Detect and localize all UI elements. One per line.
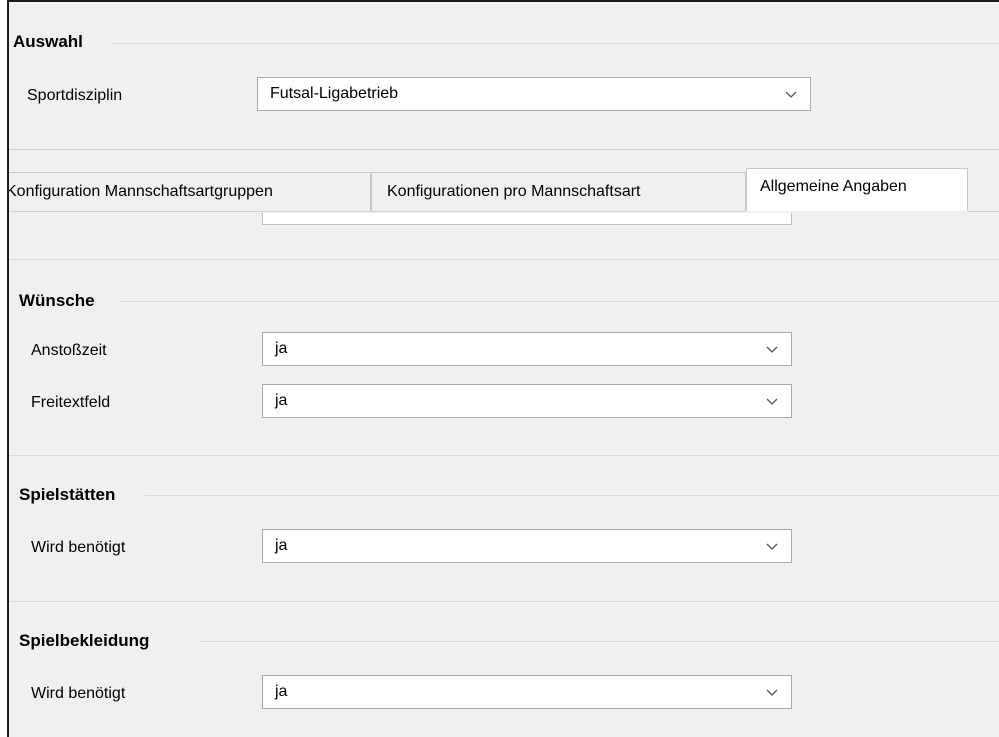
- window-frame: Auswahl Sportdisziplin Futsal-Ligabetrie…: [7, 0, 999, 737]
- tab-label: Konfigurationen pro Mannschaftsart: [387, 183, 641, 200]
- spielstaetten-benoetigt-select[interactable]: ja: [262, 529, 792, 563]
- section-divider: [9, 455, 999, 456]
- clipped-field: [262, 213, 792, 225]
- sport-discipline-select[interactable]: Futsal-Ligabetrieb: [257, 77, 811, 111]
- tab-pro-mannschaftsart[interactable]: Konfigurationen pro Mannschaftsart: [371, 172, 746, 211]
- selection-section-title: Auswahl: [13, 32, 83, 51]
- chevron-down-icon: [785, 91, 797, 98]
- spielstaetten-benoetigt-label: Wird benötigt: [31, 539, 126, 556]
- chevron-down-icon: [766, 346, 778, 353]
- section-divider: [9, 601, 999, 602]
- sport-discipline-value: Futsal-Ligabetrieb: [270, 85, 399, 102]
- sport-discipline-label: Sportdisziplin: [27, 87, 123, 104]
- spielbekleidung-benoetigt-select[interactable]: ja: [262, 675, 792, 709]
- tabstrip-baseline-left: [9, 211, 746, 212]
- anstosszeit-value: ja: [275, 340, 288, 357]
- anstosszeit-select[interactable]: ja: [262, 332, 792, 366]
- wuensche-section-title: Wünsche: [19, 291, 95, 310]
- tab-label: Allgemeine Angaben: [760, 178, 907, 195]
- tabs-top-rule: [9, 149, 999, 150]
- spielbekleidung-group-line: [199, 641, 999, 642]
- wuensche-group-line: [119, 301, 999, 302]
- spielbekleidung-benoetigt-value: ja: [275, 683, 288, 700]
- anstosszeit-label: Anstoßzeit: [31, 342, 107, 359]
- spielbekleidung-benoetigt-label: Wird benötigt: [31, 685, 126, 702]
- section-divider: [9, 259, 999, 260]
- freitextfeld-select[interactable]: ja: [262, 384, 792, 418]
- spielstaetten-section-title: Spielstätten: [19, 485, 116, 504]
- tab-allgemeine-angaben[interactable]: Allgemeine Angaben: [746, 168, 968, 211]
- tab-mannschaftsartgruppen[interactable]: Konfiguration Mannschaftsartgruppen: [7, 172, 371, 211]
- chevron-down-icon: [766, 689, 778, 696]
- tab-label: Konfiguration Mannschaftsartgruppen: [7, 183, 273, 200]
- tabstrip-baseline-right: [968, 211, 999, 212]
- selection-group-line: [113, 43, 999, 44]
- spielstaetten-benoetigt-value: ja: [275, 537, 288, 554]
- freitextfeld-label: Freitextfeld: [31, 394, 111, 411]
- spielstaetten-group-line: [145, 495, 999, 496]
- chevron-down-icon: [766, 398, 778, 405]
- spielbekleidung-section-title: Spielbekleidung: [19, 631, 150, 650]
- freitextfeld-value: ja: [275, 392, 288, 409]
- chevron-down-icon: [766, 543, 778, 550]
